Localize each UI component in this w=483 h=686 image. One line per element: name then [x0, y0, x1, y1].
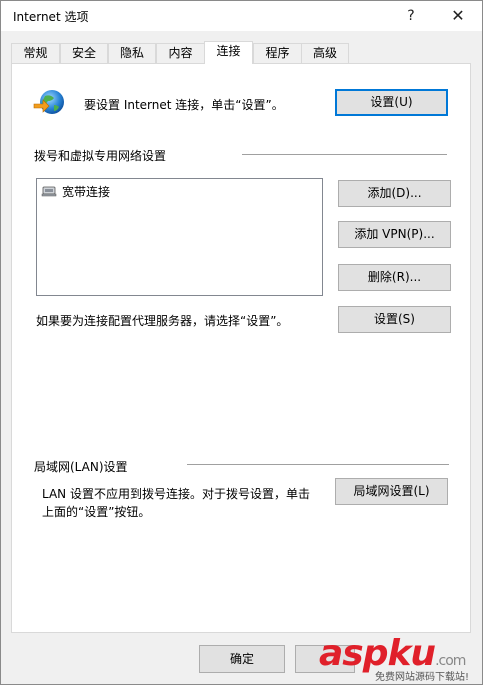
- window-title: Internet 选项: [13, 10, 89, 24]
- proxy-settings-button[interactable]: 设置(S): [338, 306, 451, 333]
- watermark-tagline: 免费网站源码下载站!: [375, 672, 470, 683]
- lan-section-title: 局域网(LAN)设置: [34, 460, 128, 474]
- ok-button[interactable]: 确定: [199, 645, 285, 673]
- tab-advanced[interactable]: 高级: [301, 43, 349, 63]
- add-connection-button[interactable]: 添加(D)...: [338, 180, 451, 207]
- close-button[interactable]: ✕: [441, 4, 475, 28]
- connections-panel: 要设置 Internet 连接，单击“设置”。 设置(U) 拨号和虚拟专用网络设…: [11, 63, 471, 633]
- lan-settings-button[interactable]: 局域网设置(L): [335, 478, 448, 505]
- tab-programs[interactable]: 程序: [253, 43, 302, 63]
- internet-options-dialog: Internet 选项 ? ✕ 常规 安全 隐私 内容 连接 程序 高级 要设置…: [0, 0, 483, 685]
- connection-name: 宽带连接: [62, 185, 111, 199]
- dialup-divider: [242, 154, 447, 155]
- lan-description-line1: LAN 设置不应用到拨号连接。对于拨号设置，单击: [42, 487, 310, 501]
- tab-general[interactable]: 常规: [11, 43, 60, 63]
- site-watermark: aspku.com 免费网站源码下载站!: [319, 633, 483, 686]
- help-button[interactable]: ?: [399, 4, 423, 28]
- dialup-section-title: 拨号和虚拟专用网络设置: [34, 149, 167, 163]
- tab-security[interactable]: 安全: [60, 43, 108, 63]
- proxy-instructions: 如果要为连接配置代理服务器，请选择“设置”。: [36, 314, 289, 328]
- lan-description-line2: 上面的“设置”按钮。: [42, 505, 151, 519]
- tab-content[interactable]: 内容: [156, 43, 205, 63]
- tab-connections[interactable]: 连接: [204, 41, 253, 64]
- remove-connection-button[interactable]: 删除(R)...: [338, 264, 451, 291]
- lan-divider: [187, 464, 449, 465]
- globe-connection-icon: [32, 88, 66, 118]
- connections-list[interactable]: 宽带连接: [36, 178, 323, 296]
- setup-instructions: 要设置 Internet 连接，单击“设置”。: [84, 98, 284, 112]
- tab-privacy[interactable]: 隐私: [108, 43, 156, 63]
- title-bar: Internet 选项 ? ✕: [1, 1, 482, 31]
- broadband-connection-icon: [41, 184, 59, 198]
- add-vpn-button[interactable]: 添加 VPN(P)...: [338, 221, 451, 248]
- setup-button[interactable]: 设置(U): [335, 89, 448, 116]
